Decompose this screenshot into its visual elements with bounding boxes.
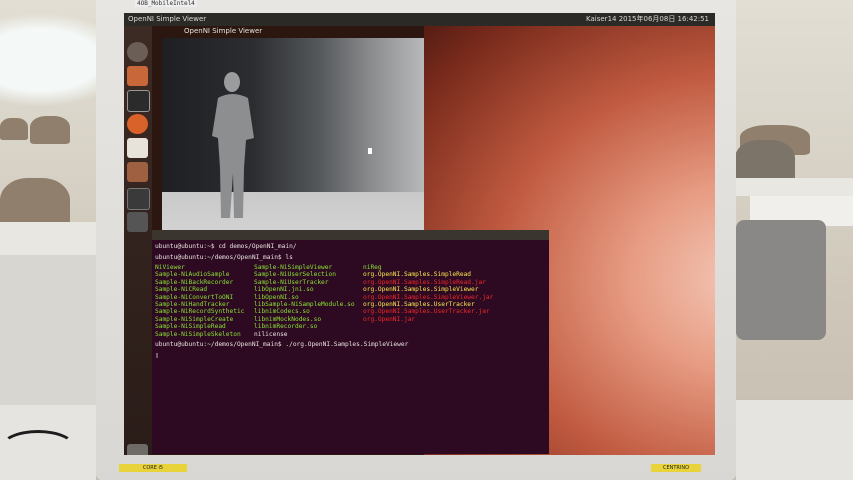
desk xyxy=(736,400,853,480)
ls-entry: Sample-NiBackRecorder xyxy=(155,278,234,286)
ls-entry: libOpenNI.so xyxy=(254,293,299,301)
ls-column-1: NiViewer Sample-NiAudioSample Sample-NiB… xyxy=(155,264,254,338)
ls-column-3: niReg org.OpenNI.Samples.SimpleRead org.… xyxy=(363,264,503,338)
ls-entry: org.OpenNI.Samples.UserTracker.jar xyxy=(363,308,490,316)
terminal-cursor[interactable]: ▯ xyxy=(152,352,549,363)
ls-entry: libnimMockNodes.so xyxy=(254,315,322,323)
asset-label: 4OB_MobileIntel4 xyxy=(135,0,197,7)
terminal-prompt-1: ubuntu@ubuntu:~$ cd demos/OpenNI_main/ xyxy=(155,243,297,250)
ls-entry: Sample-NiSimpleViewer xyxy=(254,264,333,271)
chair xyxy=(736,220,826,340)
ls-entry: Sample-NiUserTracker xyxy=(254,278,329,286)
launcher xyxy=(124,26,152,455)
panel-title: OpenNI Simple Viewer xyxy=(128,15,207,23)
ls-entry: Sample-NiSimpleSkeleton xyxy=(155,330,241,338)
top-panel: OpenNI Simple Viewer Kaiser14 2015年06月08… xyxy=(124,13,715,26)
terminal-window[interactable]: ubuntu@ubuntu:~$ cd demos/OpenNI_main/ u… xyxy=(152,230,549,454)
depth-viewer-window[interactable] xyxy=(162,38,424,240)
document-icon[interactable] xyxy=(127,138,148,158)
depth-window-title: OpenNI Simple Viewer xyxy=(184,27,263,35)
monitor-icon[interactable] xyxy=(127,212,148,232)
terminal-icon[interactable] xyxy=(127,90,150,112)
person-silhouette xyxy=(212,72,254,218)
ls-entry: NiViewer xyxy=(155,264,185,271)
ls-entry: Sample-NiSimpleCreate xyxy=(155,315,234,323)
ls-entry: libOpenNI.jni.so xyxy=(254,286,314,294)
terminal-last-command: ubuntu@ubuntu:~/demos/OpenNI_main$ ./org… xyxy=(155,341,409,349)
files-icon[interactable] xyxy=(127,66,148,86)
platform-sticker: CENTRINO xyxy=(651,464,701,472)
ls-entry: org.OpenNI.jar xyxy=(363,315,416,323)
ls-column-2: Sample-NiSimpleViewer Sample-NiUserSelec… xyxy=(254,264,363,338)
cable xyxy=(0,430,76,466)
ls-entry: libnimCodecs.so xyxy=(254,308,310,316)
panel-indicators: Kaiser14 2015年06月08日 16:42:51 xyxy=(586,15,709,23)
ls-entry: niReg xyxy=(363,264,382,271)
cpu-sticker: CORE i5 xyxy=(119,464,187,472)
ls-entry: Sample-NiConvertToONI xyxy=(155,293,234,301)
ls-entry: Sample-NiRecordSynthetic xyxy=(155,308,245,316)
chair xyxy=(0,118,28,140)
dash-icon[interactable] xyxy=(127,42,148,62)
ls-entry: org.OpenNI.Samples.SimpleViewer xyxy=(363,286,479,294)
ls-entry: Sample-NiSimpleRead xyxy=(155,323,226,331)
terminal-prompt-2: ubuntu@ubuntu:~/demos/OpenNI_main$ ls xyxy=(155,253,293,261)
ls-entry: Sample-NiUserSelection xyxy=(254,271,336,279)
ls-entry: libSample-NiSampleModule.so xyxy=(254,301,355,309)
desk xyxy=(0,255,96,405)
window-icon[interactable] xyxy=(127,188,150,210)
trash-icon[interactable] xyxy=(127,444,148,455)
ls-entry: Sample-NiHandTracker xyxy=(155,301,230,309)
chair xyxy=(30,116,70,144)
desk xyxy=(736,178,853,196)
ls-entry: nilicense xyxy=(254,330,288,338)
laptop-screen: OpenNI Simple Viewer Kaiser14 2015年06月08… xyxy=(124,13,715,455)
ls-entry: Sample-NiAudioSample xyxy=(155,271,230,279)
ls-entry: org.OpenNI.Samples.SimpleRead.jar xyxy=(363,278,486,286)
ls-entry: Sample-NiCRead xyxy=(155,286,208,294)
ls-entry: org.OpenNI.Samples.SimpleRead xyxy=(363,271,472,279)
desk xyxy=(0,222,96,256)
firefox-icon[interactable] xyxy=(127,114,148,134)
ls-entry: libnimRecorder.so xyxy=(254,323,318,331)
settings-icon[interactable] xyxy=(127,162,148,182)
mouse-cursor xyxy=(368,148,372,154)
ls-entry: org.OpenNI.Samples.UserTracker xyxy=(363,301,475,309)
ls-output: NiViewer Sample-NiAudioSample Sample-NiB… xyxy=(152,264,549,338)
ls-entry: org.OpenNI.Samples.SimpleViewer.jar xyxy=(363,293,494,301)
